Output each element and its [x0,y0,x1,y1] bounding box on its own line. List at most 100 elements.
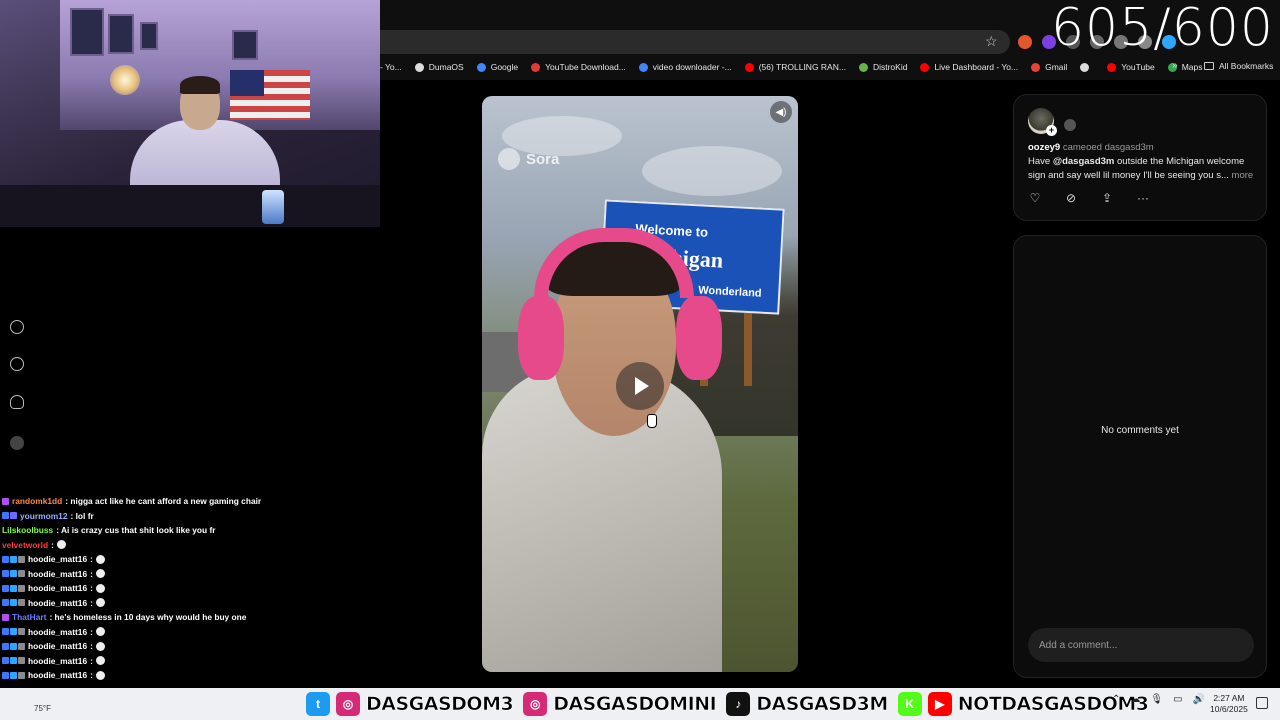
chat-username[interactable]: velvetworld [2,540,48,550]
chat-badges [2,555,25,563]
chevron-up-icon[interactable]: ⌃ [1112,694,1120,705]
bookmark-item[interactable] [1080,62,1094,72]
bookmark-star-icon[interactable]: ☆ [985,33,998,50]
chat-badges [2,628,25,636]
chat-text: : he's homeless in 10 days why would he … [49,612,247,623]
emote-icon [95,627,105,637]
gmail-icon [1031,62,1041,72]
chat-message: ThatHart: he's homeless in 10 days why w… [2,610,372,625]
chat-username[interactable]: yourmom12 [20,511,67,521]
play-button[interactable] [616,362,664,410]
more-options-icon[interactable]: ··· [1136,191,1150,205]
bookmark-item[interactable]: - Yo... [380,62,402,72]
badge-icon [2,497,9,505]
youtube-icon [744,62,754,72]
clock-time: 2:27 AM [1213,693,1245,703]
chat-message: hoodie_matt16: [2,668,372,683]
chat-username[interactable]: hoodie_matt16 [28,554,87,564]
search-icon[interactable] [10,357,24,371]
bookmark-label: DistroKid [872,62,908,72]
chat-username[interactable]: hoodie_matt16 [28,569,87,579]
bookmark-label: - Yo... [380,62,402,72]
chat-username[interactable]: hoodie_matt16 [28,670,87,680]
clock[interactable]: 2:27 AM 10/6/2025 [1210,693,1248,715]
chat-username[interactable]: hoodie_matt16 [28,641,87,651]
remix-icon[interactable]: ⊘ [1064,191,1078,205]
download-icon [531,62,541,72]
badge-icon [2,628,9,636]
bookmark-label: Maps [1181,62,1203,72]
play-nav-icon[interactable] [10,320,24,334]
emote-icon [95,569,105,579]
caption-more-link[interactable]: more [1232,170,1254,181]
profile-icon[interactable] [10,436,24,450]
chat-message: velvetworld: [2,538,372,553]
follow-plus-icon[interactable]: + [1046,125,1057,136]
chat-text: : [90,568,93,579]
volume-icon[interactable]: 🔊 [1193,694,1205,705]
bookmark-item[interactable]: YouTube [1107,62,1155,72]
share-icon[interactable]: ⇪ [1100,191,1114,205]
volume-icon[interactable]: ◀) [770,101,792,123]
bookmark-item[interactable]: Google [476,62,518,72]
chat-text: : [90,670,93,681]
chat-username[interactable]: hoodie_matt16 [28,627,87,637]
onedrive-icon[interactable]: ☁ [1130,694,1140,705]
chat-username[interactable]: ThatHart [12,612,46,622]
bookmark-item[interactable]: Live Dashboard - Yo... [920,62,1018,72]
chat-username[interactable]: hoodie_matt16 [28,598,87,608]
subathon-counter: 605/600 [1050,0,1274,58]
display-icon[interactable]: ▭ [1173,694,1182,705]
chat-username[interactable]: hoodie_matt16 [28,583,87,593]
caption-mention[interactable]: @dasgasd3m [1053,156,1115,167]
globe-icon [1080,62,1090,72]
emote-icon [95,598,105,608]
sora-watermark: Sora [498,148,559,170]
bookmarks-overflow-button[interactable]: » [1172,60,1178,71]
social-handles-banner: t ◎ DASGASDOM3 ◎ DASGASDOMINI ♪ DASGASD3M K ▶ NOT… [306,690,1152,718]
webcam-overlay [0,0,380,227]
bookmark-label: DumaOS [428,62,464,72]
instagram-icon: ◎ [336,692,360,716]
weather-widget[interactable]: 75°F [4,690,51,713]
bookmark-item[interactable]: (56) TROLLING RAN... [744,62,846,72]
bookmark-item[interactable]: YouTube Download... [531,62,626,72]
microphone-icon[interactable]: 🎙 [1150,694,1163,705]
badge-icon [10,671,17,679]
chat-username[interactable]: Lilskoolbuss [2,525,53,535]
all-bookmarks-button[interactable]: All Bookmarks [1204,61,1273,71]
social-handle: DASGASDOM3 [366,693,514,716]
bell-icon[interactable] [10,395,24,409]
video-player[interactable]: Welcome to Michigan Wonderland Sora ◀) [482,96,798,672]
bookmark-item[interactable]: DumaOS [414,62,464,72]
badge-icon [10,570,17,578]
comment-input[interactable] [1028,628,1254,662]
chat-username[interactable]: randomk1dd [12,496,62,506]
emote-icon [95,670,105,680]
emote-icon [95,583,105,593]
youtube-icon: ▶ [927,692,952,716]
cameo-avatar[interactable] [1064,119,1076,131]
notification-icon[interactable] [1256,697,1268,709]
chat-username[interactable]: hoodie_matt16 [28,656,87,666]
globe-icon [414,62,424,72]
sora-logo-icon [498,148,520,170]
system-tray: ⌃ ☁ 🎙 ▭ 🔊 [1112,694,1205,705]
chat-text: : [51,539,54,550]
clock-date: 10/6/2025 [1210,704,1248,714]
bookmark-item[interactable]: Gmail [1031,62,1067,72]
chat-message: randomk1dd: nigga act like he cant affor… [2,494,372,509]
bookmark-label: YouTube Download... [545,62,626,72]
post-caption: Have @dasgasd3m outside the Michigan wel… [1028,155,1256,182]
bookmark-item[interactable]: DistroKid [858,62,908,72]
post-author-line: oozey9 cameoed dasgasd3m [1028,142,1154,153]
bookmark-item[interactable]: video downloader -... [638,62,732,72]
bookmark-label: (56) TROLLING RAN... [758,62,846,72]
extension-icon[interactable] [1018,35,1032,49]
chat-message: hoodie_matt16: [2,552,372,567]
chat-badges [2,657,25,665]
post-username[interactable]: oozey9 [1028,142,1060,153]
heart-icon[interactable]: ♡ [1028,191,1042,205]
chat-text: : [90,583,93,594]
address-bar[interactable] [380,30,1010,54]
